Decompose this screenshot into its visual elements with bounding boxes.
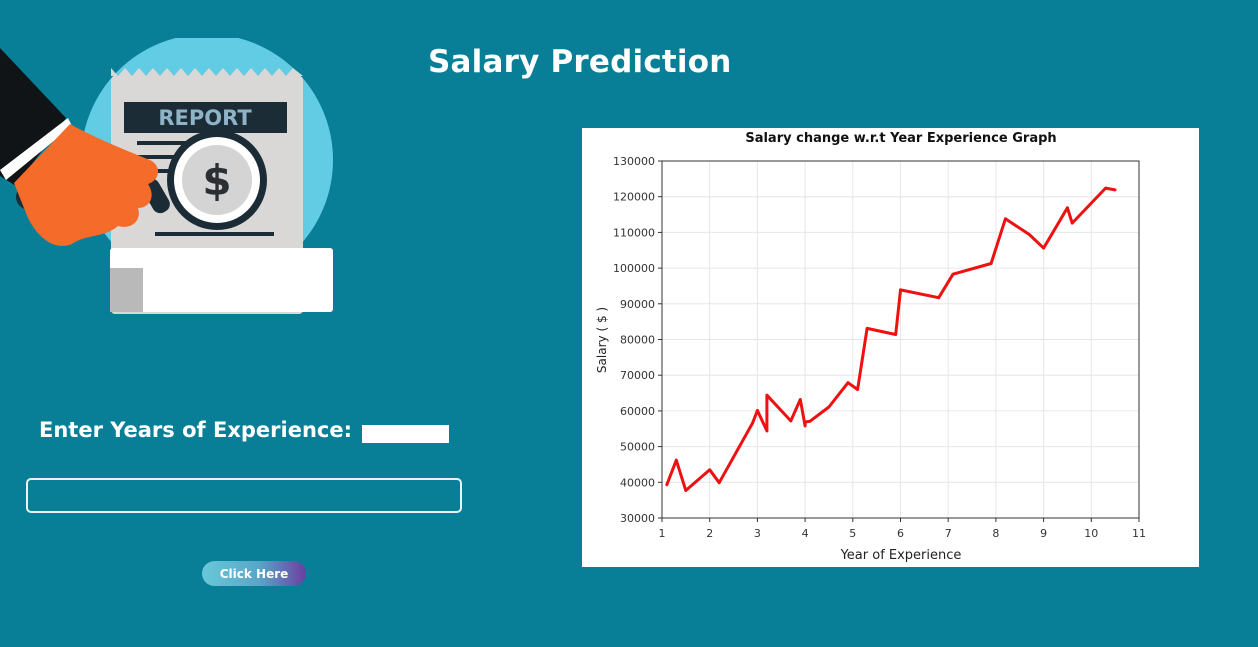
x-tick-label: 4 — [802, 527, 809, 540]
data-point — [827, 405, 831, 409]
data-point — [846, 381, 850, 385]
x-tick-label: 1 — [659, 527, 666, 540]
data-point — [674, 458, 678, 462]
report-magnifier-illustration: REPORT $ — [0, 38, 333, 314]
y-tick-label: 70000 — [620, 369, 655, 382]
data-point — [1066, 206, 1069, 210]
data-point — [765, 429, 769, 433]
y-tick-label: 60000 — [620, 405, 655, 418]
data-point — [708, 468, 712, 472]
y-tick-label: 50000 — [620, 441, 655, 454]
y-tick-label: 110000 — [613, 226, 655, 239]
data-point — [751, 421, 754, 425]
page-title: Salary Prediction — [428, 44, 732, 80]
x-tick-label: 8 — [992, 527, 999, 540]
data-point — [899, 288, 902, 292]
y-axis-label: Salary ( $ ) — [595, 307, 609, 373]
dollar-sign-icon: $ — [202, 156, 231, 205]
y-tick-label: 100000 — [613, 262, 655, 275]
x-tick-label: 9 — [1040, 527, 1047, 540]
experience-label: Enter Years of Experience: — [39, 418, 352, 442]
data-point — [1070, 221, 1074, 225]
data-point — [1042, 246, 1045, 250]
data-point — [756, 409, 759, 412]
report-text: REPORT — [158, 106, 252, 130]
app-page: REPORT $ Salary Prediction Enter Years o… — [0, 0, 1258, 647]
salary-chart: Salary change w.r.t Year Experience Grap… — [595, 131, 1146, 563]
data-point — [937, 296, 941, 300]
x-axis-label: Year of Experience — [840, 548, 962, 563]
y-tick-label: 130000 — [613, 155, 655, 168]
data-point — [865, 327, 869, 330]
x-tick-label: 10 — [1084, 527, 1098, 540]
data-point — [808, 419, 812, 423]
data-point — [1104, 186, 1107, 190]
x-tick-label: 3 — [754, 527, 761, 540]
y-tick-label: 30000 — [620, 512, 655, 525]
experience-value-box — [362, 425, 449, 443]
experience-input[interactable] — [26, 478, 462, 513]
x-tick-label: 11 — [1132, 527, 1146, 540]
data-point — [989, 262, 993, 265]
data-point — [856, 388, 859, 391]
data-point — [1113, 188, 1117, 192]
chart-grid — [661, 160, 1140, 519]
data-point — [789, 419, 793, 423]
data-point — [803, 424, 807, 428]
data-point — [665, 483, 669, 487]
data-point — [765, 393, 769, 397]
y-tick-label: 90000 — [620, 298, 655, 311]
y-tick-label: 40000 — [620, 476, 655, 489]
data-point — [803, 420, 807, 424]
chart-panel: Salary change w.r.t Year Experience Grap… — [582, 128, 1199, 567]
y-tick-label: 120000 — [613, 191, 655, 204]
chart-title: Salary change w.r.t Year Experience Grap… — [745, 131, 1056, 146]
click-here-button[interactable]: Click Here — [202, 561, 306, 586]
data-point — [951, 272, 955, 276]
data-point — [798, 398, 802, 401]
data-point — [1027, 233, 1031, 236]
data-point — [1004, 217, 1007, 221]
y-tick-label: 80000 — [620, 334, 655, 347]
x-tick-label: 6 — [897, 527, 904, 540]
data-point — [894, 333, 898, 336]
data-point — [684, 489, 688, 492]
x-tick-label: 7 — [945, 527, 952, 540]
x-tick-label: 5 — [849, 527, 856, 540]
x-tick-label: 2 — [706, 527, 713, 540]
data-point — [717, 481, 721, 485]
